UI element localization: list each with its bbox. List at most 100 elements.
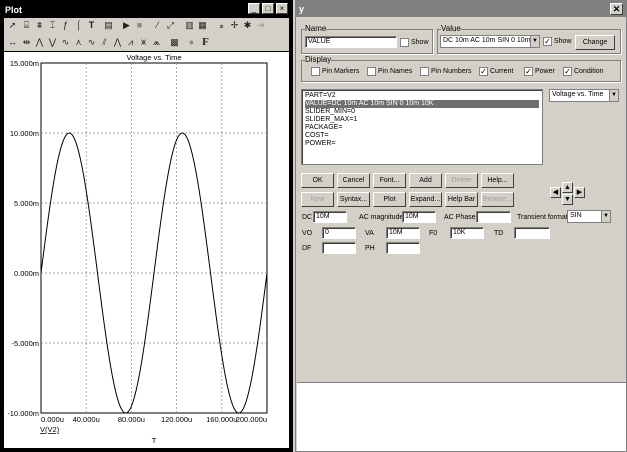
maximize-button[interactable]: □	[262, 3, 274, 14]
run-icon[interactable]: ▶	[121, 20, 132, 31]
peak-find-icon[interactable]: ⋀	[34, 37, 45, 48]
name-show-checkbox[interactable]	[400, 38, 409, 47]
delete-button[interactable]: Delete	[445, 173, 478, 188]
arrow-right-icon[interactable]: ▶	[574, 187, 585, 198]
vo-label: VO	[302, 230, 313, 237]
vo-field[interactable]: 0	[322, 227, 356, 239]
legend-label: V(V2)	[40, 425, 60, 434]
slope-down-icon[interactable]: ∿	[86, 37, 97, 48]
ac-phase-field[interactable]	[476, 211, 511, 223]
ph-field[interactable]	[386, 242, 420, 254]
global-high-icon[interactable]: ⫽	[99, 37, 110, 48]
syntax-button[interactable]: Syntax...	[337, 192, 370, 207]
dialog-title: y	[299, 4, 305, 14]
dc-label: DC	[302, 214, 313, 221]
text-line-selected: VALUE=DC 10m AC 10m SIN 0 10m 10K	[305, 100, 539, 108]
td-field[interactable]	[514, 227, 550, 239]
change-button[interactable]: Change	[575, 35, 615, 50]
cancel-button[interactable]: Cancel	[337, 173, 370, 188]
close-icon[interactable]: ✕	[610, 3, 623, 15]
prev-point-icon[interactable]: ⇹	[21, 37, 32, 48]
grid-icon[interactable]: ▥	[184, 20, 195, 31]
f0-field[interactable]: 10K	[450, 227, 484, 239]
wave3-icon[interactable]: ⩕	[151, 37, 162, 48]
grid2-icon[interactable]: ▦	[197, 20, 208, 31]
transient-format-select[interactable]: SIN ▼	[567, 210, 611, 223]
x-tick-label: 160.000u	[206, 415, 237, 424]
plot-window: Plot _ □ × ➚ ⌸ ⩩ ⌶ ƒ ⌠ T ▤ ▶ ■ ⁄ ⤢ ▥ ▦ ⁎…	[0, 0, 293, 452]
circle-icon[interactable]: ●	[186, 37, 197, 48]
valley-find-icon[interactable]: ⋁	[47, 37, 58, 48]
x-tick-label: 120.000u	[161, 415, 192, 424]
high-icon[interactable]: ✱	[242, 20, 253, 31]
valley-icon[interactable]: ✢	[229, 20, 240, 31]
plot-select[interactable]: Voltage vs. Time ▼	[549, 89, 619, 102]
help-button[interactable]: Help...	[481, 173, 514, 188]
slope-icon[interactable]: ⤢	[165, 20, 176, 31]
text-line: COST=	[305, 132, 329, 139]
help-bar-button[interactable]: Help Bar	[445, 192, 478, 207]
line-icon[interactable]: ⁄	[152, 20, 163, 31]
text-tool-icon[interactable]: ⌸	[21, 20, 32, 31]
pointer-icon[interactable]: ➚	[7, 20, 18, 31]
next-point-icon[interactable]: ↔	[7, 37, 18, 48]
font-button[interactable]: Font...	[373, 173, 406, 188]
low-icon[interactable]: ⇥	[255, 20, 266, 31]
condition-checkbox[interactable]: ✓	[563, 67, 572, 76]
value-show-checkbox[interactable]: ✓	[543, 37, 552, 46]
ac-magnitude-label: AC magnitude	[359, 214, 404, 221]
text-icon[interactable]: T	[86, 20, 97, 31]
text-line: PACKAGE=	[305, 124, 343, 131]
close-button[interactable]: ×	[276, 3, 288, 14]
attribute-text-area[interactable]: PART=V2 VALUE=DC 10m AC 10m SIN 0 10m 10…	[301, 89, 543, 165]
value-select[interactable]: DC 10m AC 10m SIN 0 10m ▼	[440, 35, 540, 48]
y-tick-label: 10.000m	[10, 129, 39, 138]
browse-button[interactable]: Browse...	[481, 192, 514, 207]
expand-button[interactable]: Expand...	[409, 192, 442, 207]
current-checkbox[interactable]: ✓	[479, 67, 488, 76]
df-field[interactable]	[322, 242, 356, 254]
func-icon[interactable]: ƒ	[60, 20, 71, 31]
dc-field[interactable]: 10M	[313, 211, 347, 223]
x-axis-label: T	[152, 436, 157, 445]
stop-icon[interactable]: ■	[134, 20, 145, 31]
plot-toolbar: ➚ ⌸ ⩩ ⌶ ƒ ⌠ T ▤ ▶ ■ ⁄ ⤢ ▥ ▦ ⁎ ✢ ✱ ⇥ ↔ ⇹ …	[4, 18, 289, 51]
cursor-icon[interactable]: ⌶	[47, 20, 58, 31]
copy-icon[interactable]: ▤	[103, 20, 114, 31]
minimize-button[interactable]: _	[248, 3, 260, 14]
table-icon[interactable]: ▩	[169, 37, 180, 48]
slope-up-icon[interactable]: ⋏	[73, 37, 84, 48]
power-checkbox[interactable]: ✓	[524, 67, 533, 76]
add-button[interactable]: Add	[409, 173, 442, 188]
name-group-label: Name	[305, 24, 327, 33]
pin-names-checkbox[interactable]	[367, 67, 376, 76]
scale-icon[interactable]: ⩩	[34, 20, 45, 31]
chevron-down-icon: ▼	[609, 90, 618, 101]
pin-markers-checkbox[interactable]	[311, 67, 320, 76]
arrow-left-icon[interactable]: ◀	[550, 187, 561, 198]
wave2-icon[interactable]: ⩙	[138, 37, 149, 48]
arrow-up-icon[interactable]: ▲	[562, 182, 573, 193]
td-label: TD	[494, 230, 504, 237]
label-icon[interactable]: ⌠	[73, 20, 84, 31]
pin-numbers-checkbox[interactable]	[420, 67, 429, 76]
y-tick-label: 0.000m	[14, 269, 39, 278]
new-button[interactable]: New	[301, 192, 334, 207]
text-line: SLIDER_MIN=0	[305, 108, 355, 115]
ac-magnitude-field[interactable]: 10M	[402, 211, 436, 223]
plot-button[interactable]: Plot	[373, 192, 406, 207]
voltage-chart: 15.000m 10.000m 5.000m 0.000m -5.000m -10.000…	[7, 53, 268, 445]
va-field[interactable]: 10M	[386, 227, 420, 239]
y-tick-label: -5.000m	[11, 339, 39, 348]
inflect-icon[interactable]: ∿	[60, 37, 71, 48]
name-field[interactable]: VALUE	[305, 36, 397, 48]
arrow-down-icon[interactable]: ▼	[562, 194, 573, 205]
dialog-title-bar[interactable]: y	[296, 1, 626, 17]
y-tick-label: 5.000m	[14, 199, 39, 208]
wave-icon[interactable]: ⩘	[125, 37, 136, 48]
font-icon[interactable]: F	[200, 37, 211, 48]
global-low-icon[interactable]: ⋀	[112, 37, 123, 48]
ok-button[interactable]: OK	[301, 173, 334, 188]
peak-icon[interactable]: ⁎	[216, 20, 227, 31]
chart-title: Voltage vs. Time	[126, 53, 181, 62]
